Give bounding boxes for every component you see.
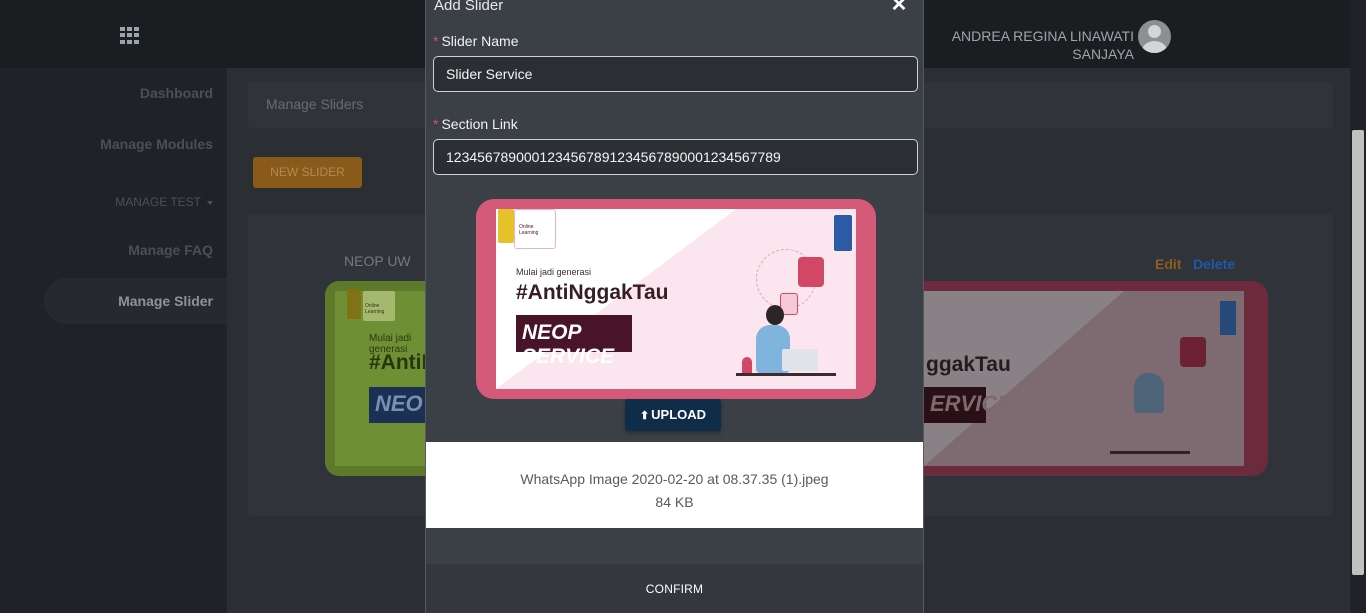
required-mark: * — [433, 33, 439, 49]
desk-illustration — [1110, 451, 1190, 454]
add-slider-modal: Add Slider ✕ *Slider Name *Section Link … — [425, 0, 924, 613]
emblem-icon — [834, 215, 852, 251]
caret-down-icon — [207, 200, 213, 205]
emblem-icon — [1220, 301, 1236, 335]
modal-title: Add Slider — [434, 0, 504, 14]
logo-label: Online Learning — [363, 291, 395, 321]
laptop-illustration — [782, 349, 818, 371]
sidebar-item-manage-slider[interactable]: Manage Slider — [44, 278, 227, 324]
preview-banner-text: NEOP SERVICE — [516, 315, 632, 368]
logo-icon — [498, 209, 514, 243]
page-scrollbar-thumb[interactable] — [1352, 130, 1364, 575]
sidebar: Dashboard Manage Modules MANAGE TEST Man… — [0, 68, 227, 613]
user-name[interactable]: ANDREA REGINA LINAWATI SANJAYA — [952, 27, 1134, 63]
slider-image-preview: Online Learning Mulai jadi generasi #Ant… — [476, 199, 876, 399]
sidebar-item-manage-faq[interactable]: Manage FAQ — [128, 242, 213, 258]
slider-card-image: ggakTau ERVICE — [924, 281, 1268, 476]
sidebar-item-dashboard[interactable]: Dashboard — [140, 85, 213, 101]
user-name-line1: ANDREA REGINA LINAWATI — [951, 28, 1134, 44]
preview-tagline: Mulai jadi generasi — [516, 267, 592, 277]
logo-icon — [347, 289, 361, 319]
upload-icon: ⬆ — [639, 410, 650, 422]
slider-name-label-text: Slider Name — [441, 33, 519, 49]
upload-button[interactable]: ⬆ UPLOAD — [625, 399, 721, 431]
slider-image-banner: ERVICE — [924, 387, 1012, 423]
confirm-button[interactable]: CONFIRM — [426, 564, 923, 613]
section-link-label-text: Section Link — [441, 116, 518, 132]
user-name-line2: SANJAYA — [1072, 46, 1134, 62]
person-illustration — [1134, 373, 1164, 413]
sidebar-item-label: MANAGE TEST — [115, 195, 201, 209]
slider-image-decoration — [924, 291, 1124, 466]
apps-grid-icon[interactable] — [120, 27, 140, 44]
close-icon[interactable]: ✕ — [888, 0, 910, 16]
modal-footer: CONFIRM — [426, 564, 923, 613]
desk-illustration — [736, 373, 836, 376]
sidebar-item-manage-test[interactable]: MANAGE TEST — [115, 195, 213, 209]
slider-name-input[interactable] — [433, 56, 918, 92]
person-illustration — [766, 305, 784, 325]
slider-card-title: NEOP UW — [344, 253, 411, 269]
delete-link[interactable]: Delete — [1193, 256, 1235, 272]
sidebar-item-manage-modules[interactable]: Manage Modules — [100, 136, 213, 152]
section-link-input[interactable] — [433, 139, 918, 175]
plant-illustration — [742, 357, 752, 373]
preview-banner: Online Learning Mulai jadi generasi #Ant… — [496, 209, 856, 389]
user-avatar-icon[interactable] — [1138, 20, 1171, 53]
uploaded-file-info: WhatsApp Image 2020-02-20 at 08.37.35 (1… — [426, 442, 923, 528]
file-name: WhatsApp Image 2020-02-20 at 08.37.35 (1… — [520, 471, 829, 487]
logo-label: Online Learning — [514, 209, 556, 249]
upload-button-label: UPLOAD — [651, 407, 707, 422]
slider-image-hashtag: ggakTau — [926, 353, 1011, 376]
file-size: 84 KB — [655, 494, 694, 510]
slider-card-image: Online Learning Mulai jadi generasi #Ant… — [325, 281, 435, 476]
new-slider-button[interactable]: NEW SLIDER — [253, 157, 362, 188]
required-mark: * — [433, 116, 439, 132]
chat-bubble-icon — [798, 257, 824, 287]
preview-hashtag: #AntiNggakTau — [516, 281, 669, 304]
section-link-label: * Section Link — [433, 116, 518, 132]
edit-link[interactable]: Edit — [1155, 256, 1181, 272]
slider-name-label: * Slider Name — [433, 33, 518, 49]
chat-bubble-icon — [1180, 337, 1206, 367]
